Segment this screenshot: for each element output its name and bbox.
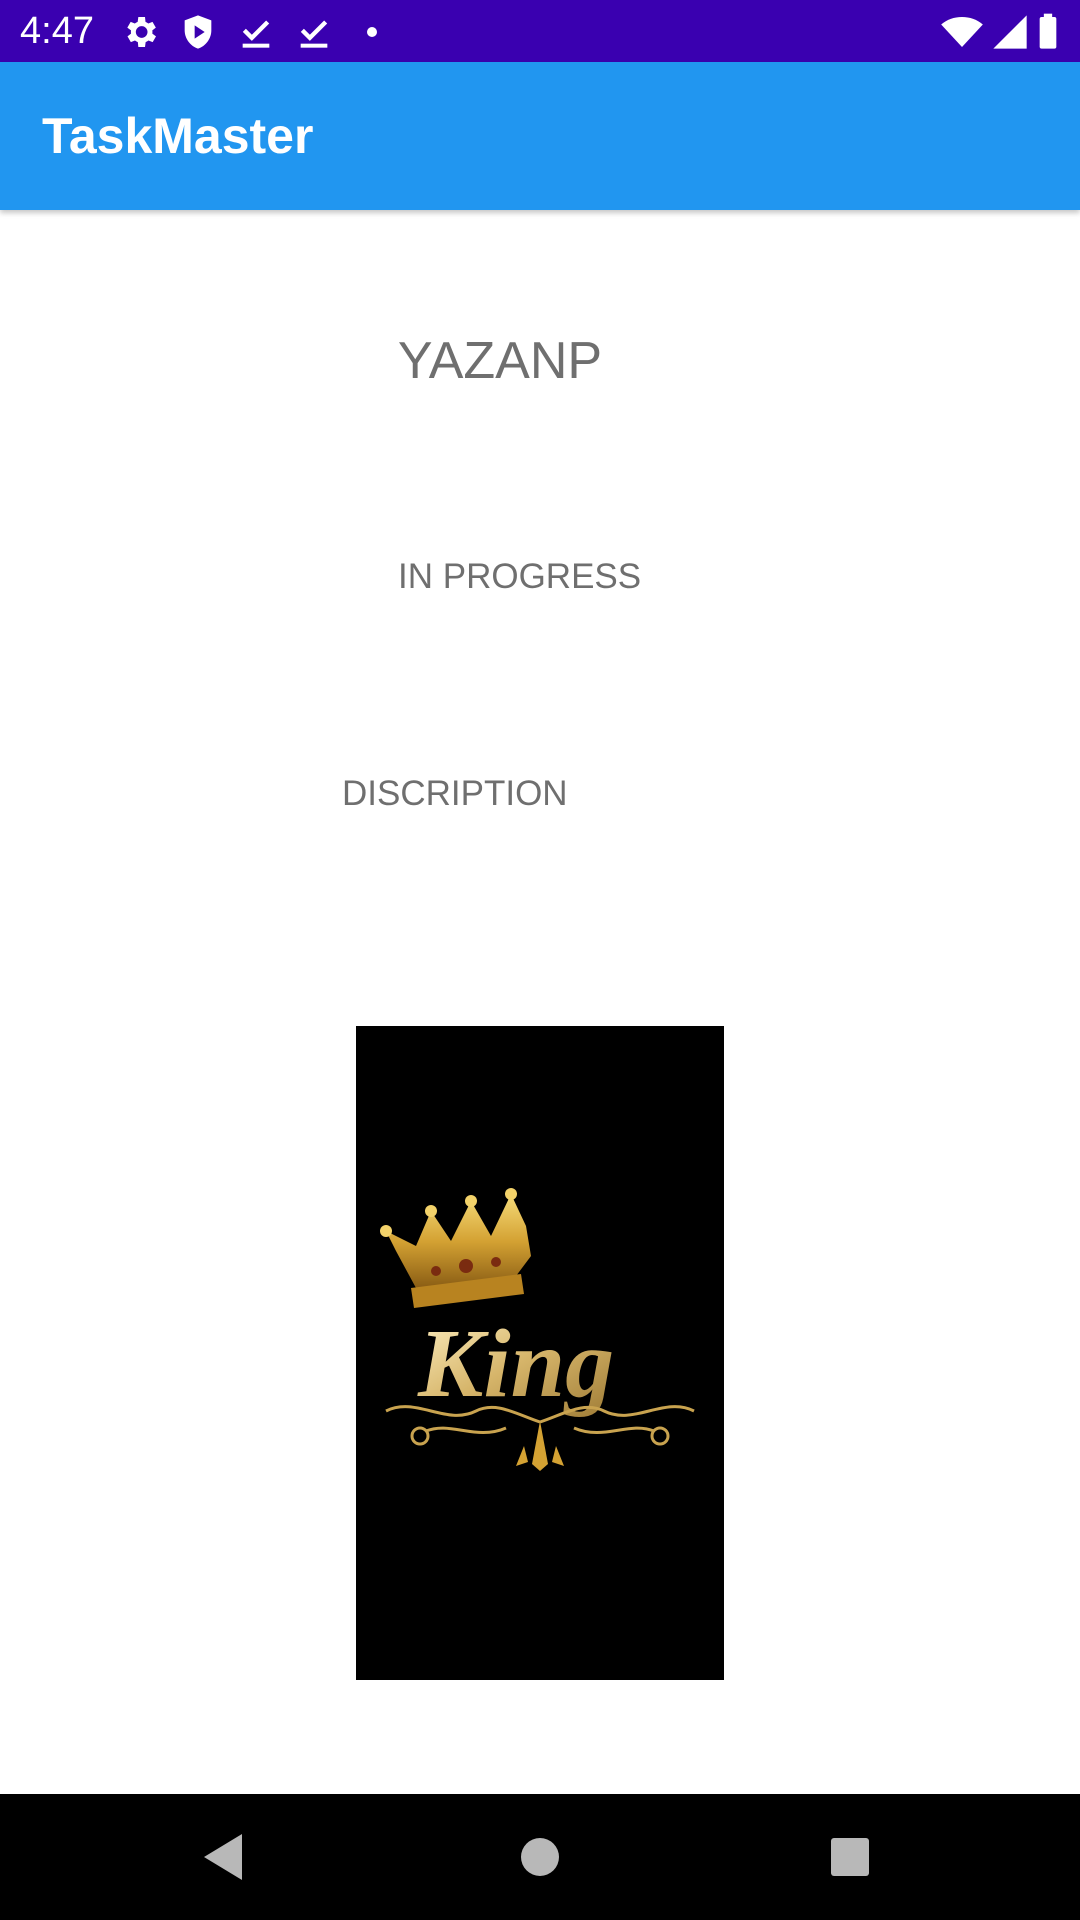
task-image: King xyxy=(356,1026,724,1680)
download-done-icon xyxy=(294,12,334,52)
app-bar: TaskMaster xyxy=(0,62,1080,210)
task-title: YAZANP xyxy=(397,332,603,390)
king-crown-image: King xyxy=(356,1026,724,1680)
nav-bar xyxy=(0,1794,1080,1920)
king-logo-text: King xyxy=(417,1310,614,1418)
home-icon[interactable] xyxy=(505,1822,575,1892)
app-title: TaskMaster xyxy=(42,108,314,164)
back-icon[interactable] xyxy=(190,1822,260,1892)
task-description: DISCRIPTION xyxy=(342,774,568,813)
signal-icon xyxy=(990,12,1030,52)
screen: 4:47 TaskMaster YAZANP IN PROGRESS DISCR… xyxy=(0,0,1080,1920)
wifi-icon xyxy=(940,12,983,52)
recents-icon[interactable] xyxy=(815,1822,885,1892)
battery-icon xyxy=(1036,12,1060,52)
task-state: IN PROGRESS xyxy=(398,557,642,596)
download-done-icon xyxy=(236,12,276,52)
dot-icon xyxy=(352,12,392,52)
gear-icon xyxy=(120,12,160,52)
status-time: 4:47 xyxy=(20,10,94,52)
status-bar: 4:47 xyxy=(0,0,1080,62)
shield-icon xyxy=(178,12,218,52)
